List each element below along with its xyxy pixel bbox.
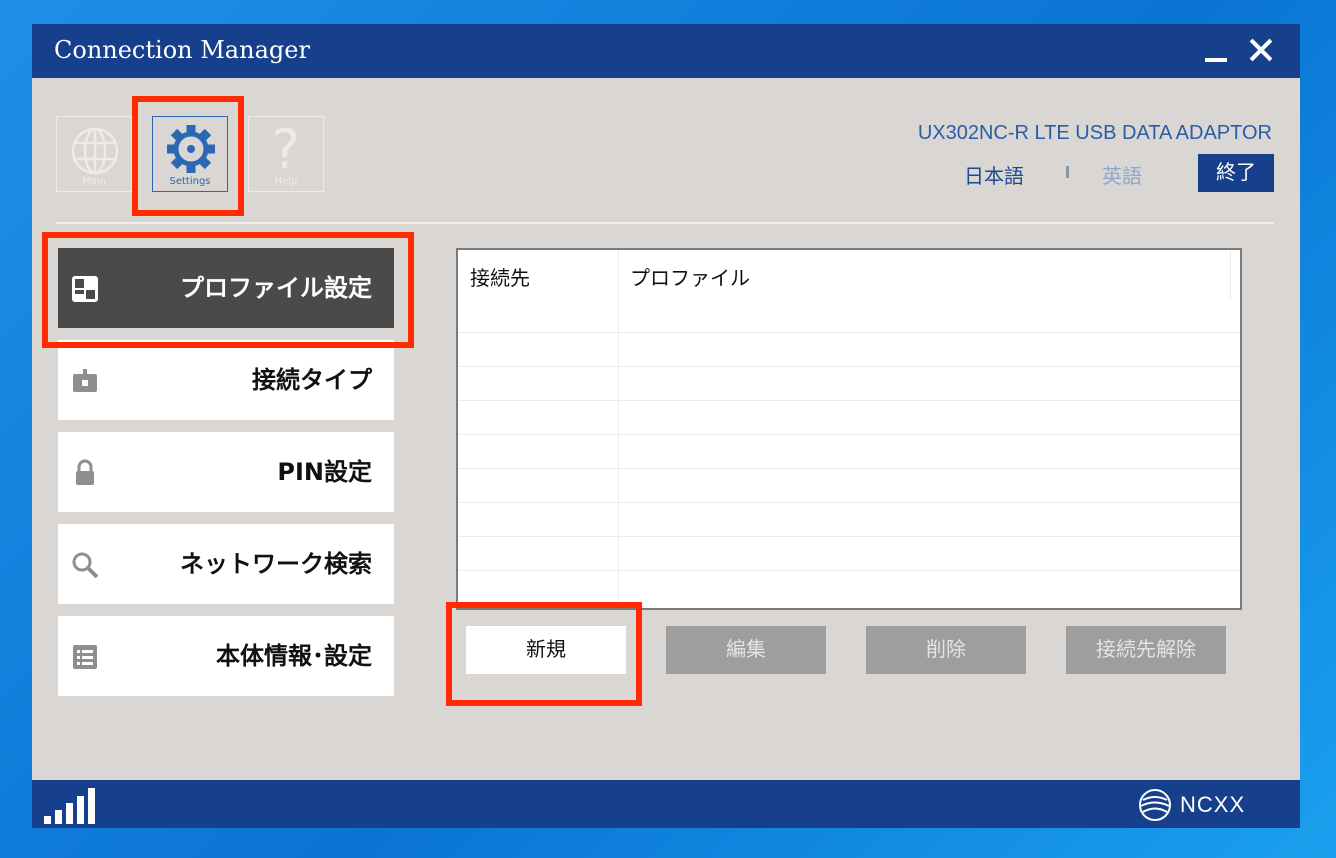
- delete-profile-button[interactable]: 削除: [866, 626, 1026, 674]
- sidebar-item-device-info[interactable]: 本体情報･設定: [58, 616, 394, 696]
- table-row: [458, 468, 1240, 469]
- table-row: [458, 434, 1240, 435]
- help-nav-label: Help: [274, 176, 298, 187]
- settings-nav-label: Settings: [169, 176, 211, 187]
- close-button[interactable]: [1244, 32, 1280, 68]
- sidebar-item-profile-settings[interactable]: プロファイル設定: [58, 248, 394, 328]
- table-row: [458, 366, 1240, 367]
- column-header-destination[interactable]: 接続先: [470, 262, 530, 291]
- table-row: [458, 502, 1240, 503]
- sidebar-item-label: PIN設定: [277, 458, 372, 486]
- ncxx-logo-icon: [1139, 789, 1171, 821]
- lock-icon: [76, 459, 94, 485]
- status-bar: NCXX: [32, 780, 1300, 828]
- sidebar-item-network-search[interactable]: ネットワーク検索: [58, 524, 394, 604]
- connection-manager-window: Connection Manager Main Settings ? Help …: [32, 24, 1300, 828]
- question-mark-icon: ?: [271, 118, 301, 181]
- exit-button[interactable]: 終了: [1198, 154, 1274, 192]
- language-japanese-link[interactable]: 日本語: [964, 160, 1024, 189]
- help-nav-button[interactable]: ? Help: [248, 116, 324, 192]
- sidebar-item-label: 本体情報･設定: [216, 642, 372, 670]
- connection-type-icon: [73, 369, 97, 392]
- edit-profile-button[interactable]: 編集: [666, 626, 826, 674]
- table-row: [458, 570, 1240, 571]
- settings-nav-button[interactable]: Settings: [152, 116, 228, 192]
- sidebar-item-label: ネットワーク検索: [180, 550, 372, 578]
- gear-icon: [167, 125, 215, 173]
- globe-icon: [71, 127, 119, 175]
- list-icon: [73, 645, 97, 669]
- column-divider: [618, 250, 619, 608]
- minimize-button[interactable]: [1200, 32, 1236, 68]
- table-row: [458, 332, 1240, 333]
- window-title: Connection Manager: [54, 36, 310, 64]
- sidebar-item-label: プロファイル設定: [180, 274, 372, 302]
- title-bar: Connection Manager: [32, 24, 1300, 78]
- language-separator: [1066, 166, 1069, 178]
- disconnect-destination-button[interactable]: 接続先解除: [1066, 626, 1226, 674]
- sidebar-item-label: 接続タイプ: [252, 366, 372, 394]
- main-nav-label: Main: [82, 176, 106, 187]
- new-profile-button[interactable]: 新規: [466, 626, 626, 674]
- language-english-link[interactable]: 英語: [1102, 160, 1142, 189]
- column-divider: [1230, 250, 1231, 300]
- column-header-profile[interactable]: プロファイル: [630, 262, 750, 291]
- header-divider: [56, 222, 1274, 224]
- sidebar-item-pin-settings[interactable]: PIN設定: [58, 432, 394, 512]
- table-row: [458, 536, 1240, 537]
- sidebar-item-connection-type[interactable]: 接続タイプ: [58, 340, 394, 420]
- profile-icon: [72, 276, 98, 302]
- signal-strength-icon: [44, 788, 95, 824]
- search-icon: [72, 552, 99, 579]
- brand-logo-text: NCXX: [1180, 792, 1246, 817]
- main-nav-button[interactable]: Main: [56, 116, 132, 192]
- device-model: UX302NC-R LTE USB DATA ADAPTOR: [917, 122, 1272, 144]
- table-row: [458, 400, 1240, 401]
- profile-table[interactable]: 接続先 プロファイル: [456, 248, 1242, 610]
- table-header: 接続先 プロファイル: [458, 250, 1240, 300]
